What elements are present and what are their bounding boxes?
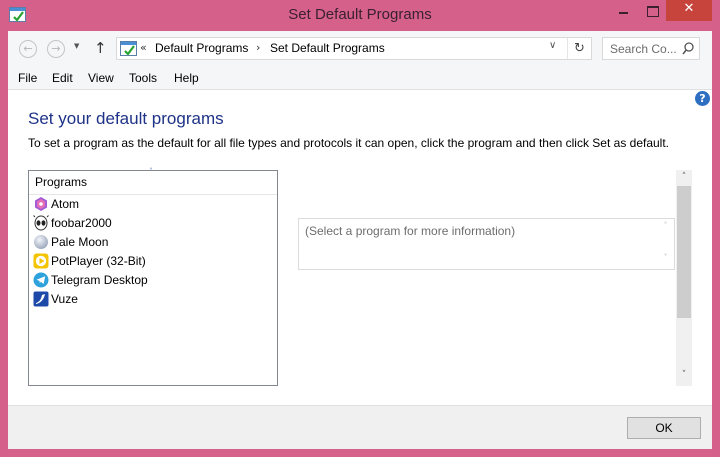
menu-edit[interactable]: Edit [52, 71, 73, 85]
menu-view[interactable]: View [88, 71, 114, 85]
scroll-down-icon[interactable]: ˅ [657, 253, 674, 262]
program-info-box: (Select a program for more information) … [298, 218, 675, 270]
scroll-up-icon[interactable]: ˄ [676, 172, 692, 182]
close-button[interactable]: ✕ [666, 0, 712, 21]
menu-bar: File Edit View Tools Help [8, 67, 712, 89]
program-label: foobar2000 [51, 216, 112, 230]
vuze-icon [33, 291, 49, 307]
recent-locations-chevron-icon[interactable]: ▼ [74, 42, 79, 50]
program-list[interactable]: ˄ Programs Atom foobar2000 Pale Moon Pot… [28, 167, 278, 386]
list-item-pale-moon[interactable]: Pale Moon [32, 233, 272, 251]
list-item-potplayer[interactable]: PotPlayer (32-Bit) [32, 252, 272, 270]
program-label: Pale Moon [51, 235, 109, 249]
sort-ascending-icon: ˄ [149, 167, 153, 176]
program-info-text: (Select a program for more information) [305, 224, 516, 238]
list-item-vuze[interactable]: Vuze [32, 290, 272, 308]
window: Set Default Programs ✕ ← → ▼ ↑ « Default… [0, 0, 720, 457]
list-item-atom[interactable]: Atom [32, 195, 272, 213]
program-label: Telegram Desktop [51, 273, 148, 287]
ok-button[interactable]: OK [627, 417, 701, 439]
pale-moon-icon [34, 235, 48, 249]
breadcrumb-overflow-icon[interactable]: « [140, 41, 147, 54]
scroll-up-icon[interactable]: ˄ [657, 221, 674, 230]
close-icon: ✕ [683, 1, 695, 16]
help-icon[interactable]: ? [695, 91, 710, 106]
forward-button[interactable]: → [47, 40, 65, 58]
page-title: Set your default programs [28, 109, 224, 128]
back-button[interactable]: ← [19, 40, 37, 58]
list-item-foobar2000[interactable]: foobar2000 [32, 214, 272, 232]
program-list-header[interactable]: Programs [35, 175, 87, 189]
breadcrumb-default-programs[interactable]: Default Programs [155, 41, 248, 55]
client-area: ← → ▼ ↑ « Default Programs › Set Default… [8, 31, 712, 449]
program-label: Atom [51, 197, 80, 211]
menu-divider [8, 89, 712, 90]
minimize-button[interactable] [606, 0, 639, 21]
search-placeholder: Search Co... [610, 42, 677, 56]
info-scrollbar[interactable]: ˄ ˅ [657, 219, 674, 269]
title-bar[interactable]: Set Default Programs ✕ [0, 0, 720, 31]
scroll-down-icon[interactable]: ˅ [676, 370, 692, 380]
list-item-telegram-desktop[interactable]: Telegram Desktop [32, 271, 272, 289]
search-icon [682, 42, 694, 55]
control-panel-icon [120, 41, 137, 56]
menu-tools[interactable]: Tools [129, 71, 157, 85]
refresh-icon[interactable]: ↻ [567, 38, 591, 59]
scrollbar-thumb[interactable] [677, 186, 691, 318]
breadcrumb-set-default-programs[interactable]: Set Default Programs [270, 41, 385, 55]
foobar2000-icon [33, 215, 49, 231]
menu-help[interactable]: Help [174, 71, 199, 85]
program-label: PotPlayer (32-Bit) [51, 254, 146, 268]
program-label: Vuze [51, 292, 78, 306]
maximize-button[interactable] [639, 0, 666, 21]
instructions-text: To set a program as the default for all … [28, 136, 670, 150]
vertical-scrollbar[interactable]: ˄ ˅ [676, 170, 692, 386]
telegram-icon [33, 272, 49, 288]
address-dropdown-icon[interactable]: ∨ [549, 40, 556, 51]
button-bar: OK [8, 405, 712, 449]
atom-icon [35, 197, 47, 211]
up-button[interactable]: ↑ [94, 39, 107, 57]
navigation-bar: ← → ▼ ↑ « Default Programs › Set Default… [8, 31, 712, 67]
search-input[interactable]: Search Co... [602, 37, 700, 60]
breadcrumb-separator-icon[interactable]: › [256, 41, 260, 54]
potplayer-icon [33, 253, 49, 269]
address-bar[interactable]: « Default Programs › Set Default Program… [116, 37, 592, 60]
menu-file[interactable]: File [18, 71, 37, 85]
